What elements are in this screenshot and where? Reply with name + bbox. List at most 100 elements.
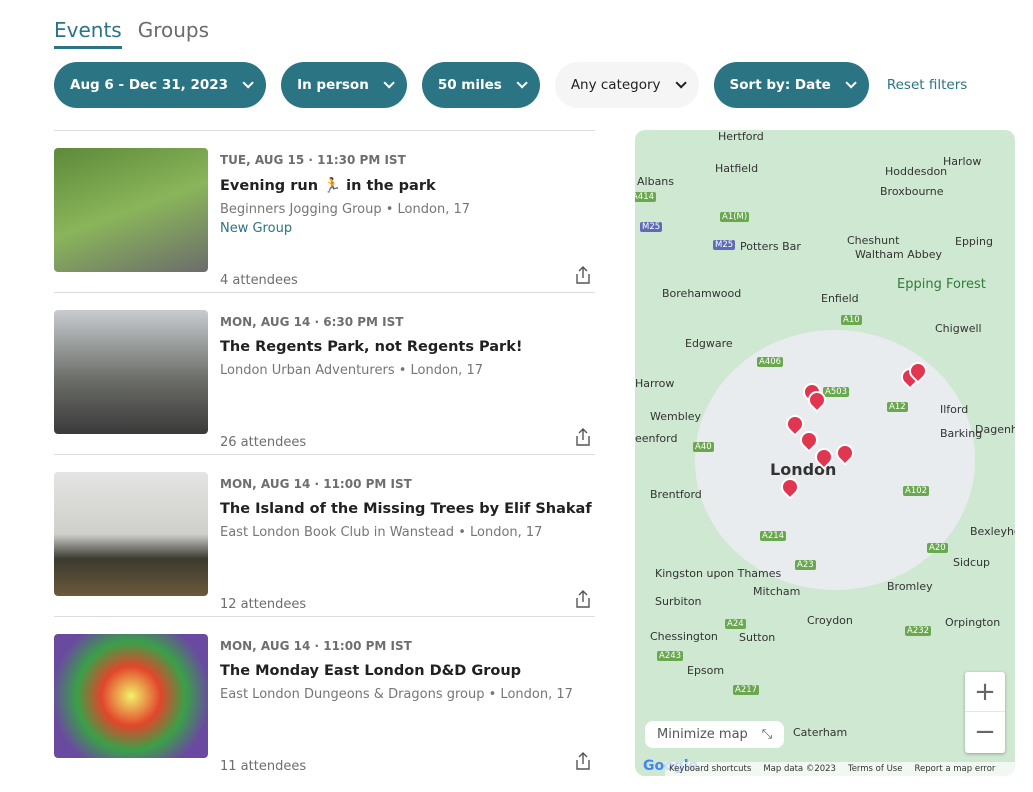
attendee-count: 4 attendees [220, 273, 298, 288]
map-place-label: Sutton [739, 631, 776, 644]
share-icon[interactable] [575, 266, 591, 284]
map-place-label: Epping Forest [897, 277, 986, 292]
type-filter[interactable]: In person [281, 62, 407, 108]
map-place-label: Harrow [635, 377, 675, 390]
event-date: MON, AUG 14 · 11:00 PM IST [220, 639, 412, 653]
road-label: A40 [693, 442, 714, 452]
event-title[interactable]: The Island of the Missing Trees by Elif … [220, 501, 595, 517]
category-filter-label: Any category [570, 77, 661, 93]
attendee-count: 11 attendees [220, 759, 307, 774]
event-image[interactable] [54, 472, 208, 596]
chevron-down-icon [383, 77, 395, 89]
map-place-label: Croydon [807, 614, 853, 627]
map-place-label: Orpington [945, 616, 1001, 629]
map-place-label: Potters Bar [740, 240, 801, 253]
event-image[interactable] [54, 148, 208, 272]
map-place-label: Bexleyheath [970, 525, 1015, 538]
map-place-label: Hoddesdon [885, 165, 948, 178]
road-label: A214 [760, 531, 787, 541]
event-group: Beginners Jogging Group • London, 17 [220, 202, 471, 217]
event-title[interactable]: Evening run 🏃 in the park [220, 177, 595, 194]
map-place-label: Dagenham [975, 423, 1015, 436]
event-group: London Urban Adventurers • London, 17 [220, 363, 483, 378]
road-label: A20 [927, 543, 948, 553]
event-title[interactable]: The Regents Park, not Regents Park! [220, 339, 595, 355]
event-group: East London Dungeons & Dragons group • L… [220, 687, 573, 702]
share-icon[interactable] [575, 752, 591, 770]
map-place-label: Kingston upon Thames [655, 567, 782, 580]
date-filter[interactable]: Aug 6 - Dec 31, 2023 [54, 62, 267, 108]
category-filter[interactable]: Any category [554, 62, 699, 108]
sort-filter-label: Sort by: Date [729, 77, 831, 93]
map-place-label: Edgware [685, 337, 733, 350]
event-card[interactable]: MON, AUG 14 · 11:00 PM IST The Monday Ea… [54, 616, 595, 778]
map-place-label: Bromley [887, 580, 933, 593]
map[interactable]: Google Minimize map⤡ + − Keyboard shortc… [635, 130, 1015, 776]
event-info: TUE, AUG 15 · 11:30 PM IST Evening run 🏃… [220, 153, 595, 236]
event-info: MON, AUG 14 · 11:00 PM IST The Monday Ea… [220, 639, 595, 702]
share-icon[interactable] [575, 428, 591, 446]
filter-bar: Aug 6 - Dec 31, 2023 In person 50 miles … [54, 62, 967, 108]
tab-events[interactable]: Events [54, 18, 122, 49]
map-place-label: Mitcham [753, 585, 801, 598]
event-info: MON, AUG 14 · 11:00 PM IST The Island of… [220, 477, 595, 540]
map-place-label: Epsom [687, 664, 725, 677]
event-group: East London Book Club in Wanstead • Lond… [220, 525, 543, 540]
event-title[interactable]: The Monday East London D&D Group [220, 663, 595, 679]
road-label: A24 [725, 619, 746, 629]
road-label: A217 [733, 685, 760, 695]
map-attribution: Keyboard shortcuts Map data ©2023 Terms … [665, 762, 1015, 776]
road-label: A503 [823, 387, 850, 397]
map-place-label: Wembley [650, 410, 702, 423]
event-info: MON, AUG 14 · 6:30 PM IST The Regents Pa… [220, 315, 595, 378]
map-place-label: Brentford [650, 488, 702, 501]
minimize-map-button[interactable]: Minimize map ⤡ [645, 721, 785, 748]
zoom-controls: + − [965, 672, 1005, 753]
map-place-label: Harlow [943, 155, 982, 168]
keyboard-shortcuts-link[interactable]: Keyboard shortcuts [669, 764, 751, 774]
tabs: Events Groups [54, 18, 209, 49]
map-place-label: Chessington [650, 630, 718, 643]
map-place-label: Albans [637, 175, 675, 188]
distance-filter-label: 50 miles [437, 77, 502, 93]
share-icon[interactable] [575, 590, 591, 608]
map-place-label: Caterham [793, 726, 848, 739]
map-place-label: Hatfield [715, 162, 759, 175]
chevron-down-icon [675, 77, 687, 89]
chevron-down-icon [516, 77, 528, 89]
event-image[interactable] [54, 634, 208, 758]
chevron-down-icon [242, 77, 254, 89]
date-filter-label: Aug 6 - Dec 31, 2023 [70, 77, 229, 93]
road-label: A23 [795, 560, 816, 570]
distance-filter[interactable]: 50 miles [421, 62, 540, 108]
map-place-label: Borehamwood [662, 287, 742, 300]
terms-link[interactable]: Terms of Use [848, 764, 903, 774]
event-card[interactable]: MON, AUG 14 · 6:30 PM IST The Regents Pa… [54, 292, 595, 454]
road-label: A10 [841, 315, 862, 325]
map-place-label: Ilford [940, 403, 969, 416]
event-date: TUE, AUG 15 · 11:30 PM IST [220, 153, 406, 167]
map-place-label: Sidcup [953, 556, 991, 569]
map-place-label: Enfield [821, 292, 859, 305]
event-card[interactable]: MON, AUG 14 · 11:00 PM IST The Island of… [54, 454, 595, 616]
map-place-label: Surbiton [655, 595, 702, 608]
zoom-out-button[interactable]: − [965, 712, 1005, 752]
reset-filters-link[interactable]: Reset filters [887, 77, 967, 93]
road-label: A232 [905, 626, 932, 636]
sort-filter[interactable]: Sort by: Date [713, 62, 869, 108]
map-place-label: Hertford [718, 130, 764, 143]
event-card[interactable]: TUE, AUG 15 · 11:30 PM IST Evening run 🏃… [54, 130, 595, 292]
report-error-link[interactable]: Report a map error [914, 764, 995, 774]
event-date: MON, AUG 14 · 6:30 PM IST [220, 315, 404, 329]
minimize-icon: ⤡ [761, 727, 773, 742]
map-place-label: Chigwell [935, 322, 982, 335]
event-image[interactable] [54, 310, 208, 434]
map-place-label: Epping [955, 235, 993, 248]
zoom-in-button[interactable]: + [965, 672, 1005, 712]
map-place-label: eenford [635, 432, 678, 445]
road-label: A406 [757, 357, 784, 367]
tab-groups[interactable]: Groups [138, 18, 209, 49]
attendee-count: 26 attendees [220, 435, 307, 450]
event-date: MON, AUG 14 · 11:00 PM IST [220, 477, 412, 491]
road-label: A12 [887, 402, 908, 412]
